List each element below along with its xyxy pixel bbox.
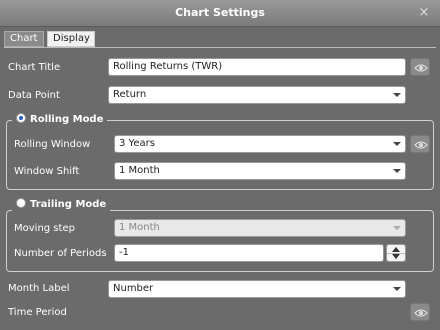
trailing-mode-legend[interactable]: Trailing Mode [12, 198, 111, 212]
title-bar[interactable]: Chart Settings × [0, 0, 440, 27]
chevron-down-icon [393, 226, 401, 230]
stepper-down-icon[interactable] [392, 254, 400, 259]
moving-step-select[interactable]: 1 Month [114, 219, 406, 237]
close-icon[interactable]: × [416, 5, 432, 21]
eye-icon[interactable] [410, 303, 430, 321]
dialog-title: Chart Settings [175, 6, 265, 19]
moving-step-value: 1 Month [119, 222, 160, 233]
month-label-value: Number [113, 283, 154, 294]
chevron-down-icon [393, 287, 401, 291]
window-shift-value: 1 Month [119, 165, 160, 176]
chevron-down-icon [393, 93, 401, 97]
rolling-window-label: Rolling Window [14, 139, 91, 150]
trailing-mode-radio[interactable] [16, 198, 26, 208]
month-label-label: Month Label [8, 283, 70, 294]
stepper-up-icon[interactable] [392, 247, 400, 252]
rolling-mode-radio[interactable] [16, 113, 26, 123]
moving-step-label: Moving step [14, 223, 75, 234]
window-shift-select[interactable]: 1 Month [114, 162, 406, 180]
eye-icon[interactable] [410, 135, 430, 153]
data-point-value: Return [113, 89, 147, 100]
eye-icon[interactable] [410, 58, 430, 76]
data-point-label: Data Point [8, 90, 60, 101]
rolling-window-value: 3 Years [119, 138, 155, 149]
time-period-label: Time Period [8, 307, 67, 318]
rolling-mode-label: Rolling Mode [30, 114, 104, 125]
rolling-mode-legend[interactable]: Rolling Mode [12, 113, 108, 127]
chevron-down-icon [393, 142, 401, 146]
trailing-mode-label: Trailing Mode [30, 199, 107, 210]
number-of-periods-input[interactable]: -1 [114, 244, 384, 262]
window-shift-label: Window Shift [14, 166, 80, 177]
number-of-periods-stepper[interactable] [386, 244, 406, 262]
tab-chart[interactable]: Chart [4, 31, 44, 47]
chart-title-label: Chart Title [8, 62, 61, 73]
month-label-select[interactable]: Number [108, 280, 406, 298]
chevron-down-icon [393, 169, 401, 173]
number-of-periods-label: Number of Periods [14, 248, 107, 259]
tab-divider [4, 47, 436, 48]
rolling-window-select[interactable]: 3 Years [114, 135, 406, 153]
tab-display[interactable]: Display [47, 31, 95, 47]
chart-settings-dialog: Chart Settings × Chart Display Chart Tit… [0, 0, 440, 330]
data-point-select[interactable]: Return [108, 86, 406, 104]
chart-title-input[interactable]: Rolling Returns (TWR) [108, 58, 406, 76]
